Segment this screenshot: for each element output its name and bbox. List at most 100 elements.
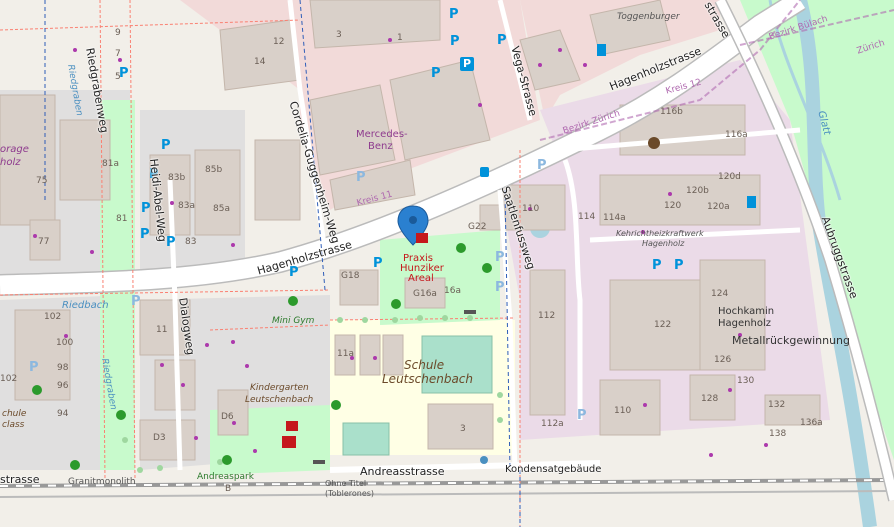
label-kehrichtheizkraftwerk: Kehrichtheizkraftwerk <box>616 229 704 238</box>
parking-icon: P <box>460 57 474 71</box>
house-number: 100 <box>56 338 74 348</box>
house-number: 114 <box>578 212 596 222</box>
house-number: 77 <box>38 237 50 247</box>
label-mercedes-2: Benz <box>368 141 393 152</box>
building-112 <box>529 269 566 416</box>
house-number: D6 <box>221 412 234 422</box>
house-number: G18 <box>341 271 360 281</box>
label-schule: Schule <box>404 358 445 372</box>
building-parkhouse <box>254 139 301 221</box>
house-number: G16a <box>413 289 437 299</box>
house-number: 14 <box>254 57 266 67</box>
house-number: 126 <box>714 355 732 365</box>
label-hochkamin-2: Hagenholz <box>718 318 771 329</box>
house-number: 138 <box>769 429 787 439</box>
parking-icon: P <box>537 158 547 173</box>
doctor-icon-3 <box>286 421 298 431</box>
parking-icon: P <box>140 227 150 242</box>
house-number: 83a <box>178 201 195 211</box>
house-number: 124 <box>711 289 729 299</box>
house-number: 110 <box>522 204 540 214</box>
building-D3 <box>139 419 196 461</box>
house-number: 112a <box>541 419 564 429</box>
parking-icon: P <box>431 66 441 81</box>
parking-icon: P <box>652 258 662 273</box>
label-toblerones: (Toblerones) <box>325 489 375 498</box>
house-number: 120b <box>686 186 709 196</box>
parking-icon: P <box>131 294 141 309</box>
marker-label-areal[interactable]: Areal <box>408 274 434 284</box>
house-number: 128 <box>701 394 719 404</box>
house-number: 81a <box>102 159 119 169</box>
house-number: 11 <box>156 325 168 335</box>
label-kondensatgebaeude: Kondensatgebäude <box>505 464 602 475</box>
house-number: 85a <box>213 204 230 214</box>
parking-icon: P <box>449 7 459 22</box>
parking-icon: P <box>356 170 366 185</box>
house-number: 116b <box>660 107 683 117</box>
label-granitmonolith: Granitmonolith <box>68 477 136 487</box>
label-metallrueckgewinnung: Metallrückgewinnung <box>732 334 851 347</box>
label-kehricht-hagenholz: Hagenholz <box>642 239 685 248</box>
house-number: G22 <box>468 222 487 232</box>
building-14 <box>219 19 301 91</box>
label-toggenburger: Toggenburger <box>617 12 680 22</box>
house-number: 120 <box>664 201 682 211</box>
parking-icon: P <box>373 256 383 271</box>
house-number: 12 <box>273 37 285 47</box>
doctor-icon-2 <box>282 436 296 448</box>
water-label-riedbach: Riedbach <box>62 300 109 311</box>
recycling-icon <box>648 137 660 149</box>
building-11a-3 <box>382 334 404 376</box>
building-85 <box>194 149 241 236</box>
building-11a-2 <box>359 334 381 376</box>
house-number: 3 <box>460 424 466 434</box>
house-number: 75 <box>36 176 48 186</box>
label-schule-left-2: class <box>2 420 25 430</box>
doctor-icon <box>416 233 428 243</box>
label-storage-2: holz <box>0 157 21 168</box>
parking-icon: P <box>29 360 39 375</box>
parking-icon: P <box>450 34 460 49</box>
parking-icon: P <box>674 258 684 273</box>
house-number: B <box>225 484 232 494</box>
house-number: 7 <box>115 49 121 59</box>
label-mini-gym: Mini Gym <box>272 316 315 326</box>
house-number: 120a <box>707 202 730 212</box>
house-number: 94 <box>57 409 69 419</box>
street-label-andreasstrasse: Andreasstrasse <box>360 465 445 478</box>
house-number: 130 <box>737 376 755 386</box>
fuel-icon-2 <box>747 196 756 208</box>
house-number: 102 <box>0 374 18 384</box>
bus-stop-icon <box>480 167 489 177</box>
house-number: 11a <box>337 349 354 359</box>
house-number: 85b <box>205 165 223 175</box>
parking-icon: P <box>141 201 151 216</box>
label-andreaspark: Andreaspark <box>197 472 254 482</box>
label-mercedes-1: Mercedes- <box>356 129 408 140</box>
house-number: 136a <box>800 418 823 428</box>
map-base-layer <box>0 0 894 527</box>
map-canvas[interactable]: P P P P P P P P P P P P P P P P P P P P … <box>0 0 894 527</box>
house-number: 112 <box>538 311 556 321</box>
parking-icon: P <box>161 138 171 153</box>
house-number: 98 <box>57 363 69 373</box>
house-number: 114a <box>603 213 626 223</box>
label-kindergarten-leutschenbach: Leutschenbach <box>245 395 314 405</box>
label-schule-leutschenbach: Leutschenbach <box>382 372 473 386</box>
label-kindergarten: Kindergarten <box>250 383 309 393</box>
house-number: 1 <box>397 33 403 43</box>
house-number: 132 <box>768 400 786 410</box>
house-number: 16a <box>444 286 461 296</box>
label-ohne-titel: Ohne Titel <box>325 479 367 488</box>
house-number: 3 <box>336 30 342 40</box>
parking-icon: P <box>495 250 505 265</box>
parking-icon: P <box>495 280 505 295</box>
house-number: 110 <box>614 406 632 416</box>
parking-icon: P <box>577 408 587 423</box>
house-number: 122 <box>654 320 672 330</box>
building-3-1 <box>309 0 441 49</box>
house-number: 116a <box>725 130 748 140</box>
house-number: 83 <box>185 237 197 247</box>
label-hochkamin-1: Hochkamin <box>718 306 775 317</box>
